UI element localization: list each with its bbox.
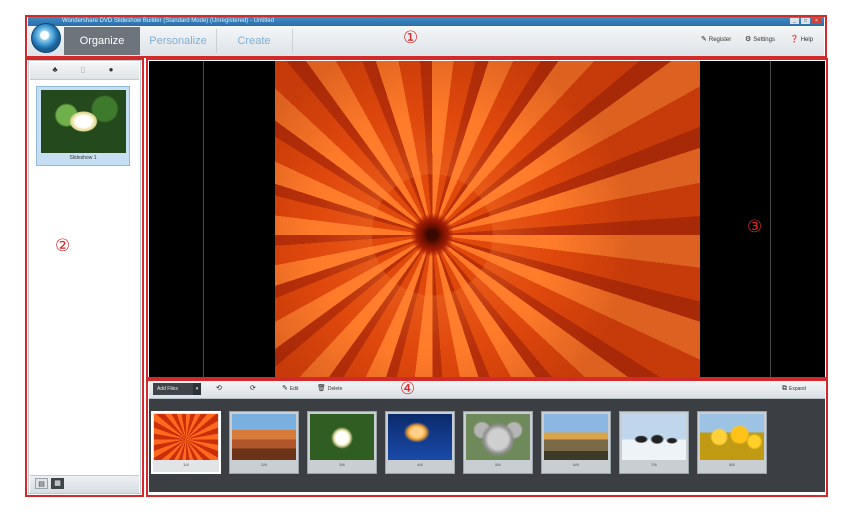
add-files-select[interactable]: Add Files [153,383,193,395]
viewer-divider [770,61,771,377]
thumbnail-label: 2/4 [261,462,267,467]
expand-icon: ⧉ [782,385,787,392]
minimize-button[interactable]: _ [790,18,799,24]
thumbnail-view-icon[interactable]: ▦ [51,478,64,489]
rotate-left-icon: ⟲ [216,385,222,392]
close-button[interactable]: × [812,18,821,24]
gear-icon: ⚙ [745,36,752,43]
expand-button[interactable]: ⧉ Expand [782,383,806,395]
rotate-right-icon: ⟳ [250,385,256,392]
register-link[interactable]: ✎ Register [701,35,731,45]
pencil-icon: ✎ [282,385,288,392]
key-icon: ✎ [701,36,707,43]
thumbnail-image [232,414,296,460]
list-view-icon[interactable]: ▤ [35,478,48,489]
thumbnail-image [388,414,452,460]
tab-organize[interactable]: Organize [64,27,140,55]
maximize-button[interactable]: □ [801,18,810,24]
delete-label: Delete [327,386,343,392]
callout-4: ④ [400,379,416,399]
add-album-icon[interactable]: ♣ [48,64,62,76]
help-link[interactable]: ❓ Help [790,35,813,45]
rotate-right-button[interactable]: ⟳ [250,383,258,395]
album-thumbnail [41,90,126,153]
thumbnail-label: 4/4 [417,462,423,467]
edit-label: Edit [289,386,299,392]
trash-icon: 🗑 [317,385,326,392]
thumbnail-image [466,414,530,460]
rename-album-icon[interactable]: ▯ [76,64,90,76]
album-name: Slideshow 1 [69,155,97,161]
help-label: Help [800,37,814,43]
thumbnail-image [700,414,764,460]
edit-button[interactable]: ✎ Edit [282,383,299,395]
thumbnail-label: 3/4 [339,462,345,467]
tab-personalize[interactable]: Personalize [142,27,214,55]
thumbnail-image [544,414,608,460]
delete-album-icon[interactable]: ● [104,64,118,76]
tab-separator [292,29,293,53]
viewer-divider [203,61,204,377]
tab-separator [216,29,217,53]
thumbnail-image [154,414,218,460]
callout-1: ① [403,28,419,48]
callout-2: ② [55,236,71,256]
delete-button[interactable]: 🗑 Delete [317,383,342,395]
thumbnail-label: 1/4 [183,462,189,467]
thumbnail-label: 5/4 [495,462,501,467]
settings-label: Settings [753,37,775,43]
register-label: Register [708,37,732,43]
app-logo-icon[interactable] [31,23,61,53]
callout-3: ③ [747,217,763,237]
tab-create[interactable]: Create [218,27,290,55]
thumbnail-label: 8/4 [729,462,735,467]
preview-photo [275,61,700,377]
settings-link[interactable]: ⚙ Settings [745,35,775,45]
thumbnail-image [310,414,374,460]
thumbnail-label: 6/4 [573,462,579,467]
thumbnail-label: 7/4 [651,462,657,467]
rotate-left-button[interactable]: ⟲ [216,383,224,395]
help-icon: ❓ [790,36,799,43]
thumbnail-image [622,414,686,460]
chevron-down-icon[interactable]: ▾ [193,383,201,395]
expand-label: Expand [789,386,806,392]
window-title: Wondershare DVD Slideshow Builder (Stand… [62,18,274,24]
